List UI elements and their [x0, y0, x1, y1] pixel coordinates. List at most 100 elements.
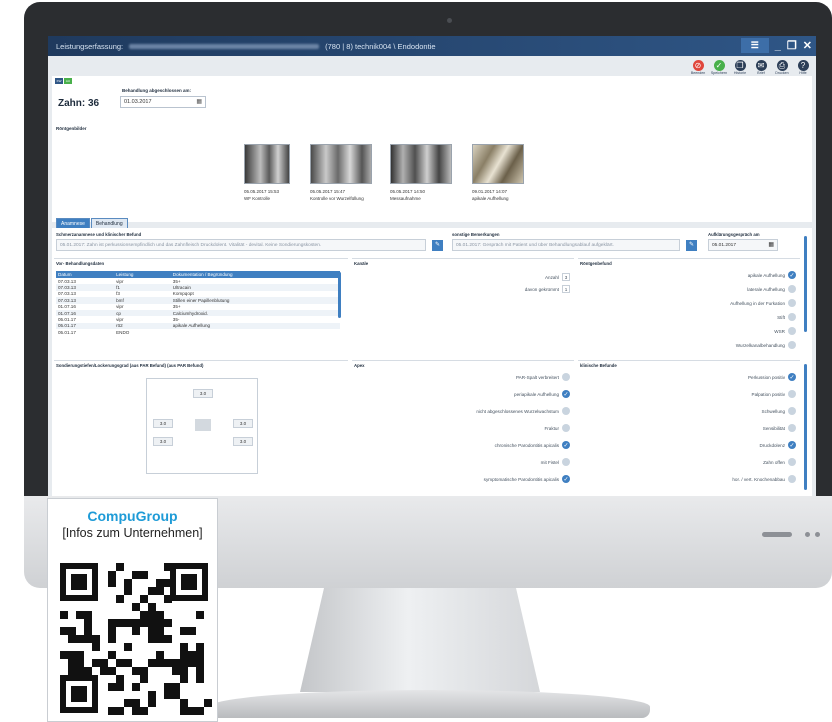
checkbox-row[interactable]: Stift — [777, 313, 796, 321]
check-icon[interactable]: ✓ — [562, 441, 570, 449]
xray-image[interactable] — [390, 144, 452, 184]
checkbox-row[interactable]: Perkussion positiv ✓ — [748, 373, 796, 381]
probing-value[interactable]: 3.0 — [233, 419, 253, 428]
toolbar-beenden-button[interactable]: ⊘ Beenden — [691, 60, 705, 75]
table-row[interactable]: 05.01.17 ENDO — [56, 329, 340, 335]
menu-icon[interactable]: ☰ — [740, 38, 769, 53]
probing-value[interactable]: 3.0 — [233, 437, 253, 446]
calendar-icon[interactable]: ▦ — [196, 98, 202, 105]
checkbox-icon[interactable] — [562, 424, 570, 432]
remarks-field[interactable]: 05.01.2017: Gespräch mit Patient und übe… — [452, 239, 680, 251]
check-icon[interactable]: ✓ — [788, 271, 796, 279]
table-header[interactable]: Dokumentation / Begründung — [170, 271, 340, 278]
checkbox-row[interactable]: Zahn offen — [763, 458, 796, 466]
xray-image[interactable] — [244, 144, 290, 184]
window-title-suffix: (780 | 8) technik004 \ Endodontie — [325, 41, 436, 51]
minimize-button[interactable]: _ — [775, 40, 781, 52]
checkbox-icon[interactable] — [788, 424, 796, 432]
calendar-icon[interactable]: ▦ — [768, 241, 774, 248]
checkbox-icon[interactable] — [788, 390, 796, 398]
checkbox-icon[interactable] — [788, 313, 796, 321]
xray-thumbnail[interactable]: 05.05.2017 14:50 Messaufnahme — [390, 144, 452, 202]
checkbox-icon[interactable] — [788, 407, 796, 415]
xray-thumbnail[interactable]: 05.05.2017 15:47 Kontrolle vor Wurzelfüll… — [310, 144, 372, 202]
window-title-prefix: Leistungserfassung: — [56, 41, 124, 51]
qr-module — [124, 659, 132, 667]
canal-count-input[interactable]: 3 — [562, 273, 570, 281]
checkbox-row[interactable]: nicht abgeschlossenes Wurzelwachstum — [476, 407, 570, 415]
check-icon[interactable]: ✓ — [562, 390, 570, 398]
probing-value[interactable]: 3.0 — [153, 437, 173, 446]
table-header[interactable]: Datum — [56, 271, 115, 278]
checkbox-row[interactable]: periapikale Aufhellung ✓ — [514, 390, 570, 398]
checkbox-row[interactable]: laterale Aufhellung — [747, 285, 796, 293]
checkbox-row[interactable]: Aufhellung in der Furkation — [730, 299, 796, 307]
canal-curved-input[interactable]: 1 — [562, 285, 570, 293]
checkbox-icon[interactable] — [788, 299, 796, 307]
consult-date-field[interactable]: 05.01.2017 ▦ — [708, 239, 778, 251]
main-scrollbar[interactable] — [804, 236, 807, 332]
qr-code[interactable] — [60, 563, 212, 715]
checkbox-row[interactable]: chronische Parodontitis apicalis ✓ — [495, 441, 570, 449]
xray-thumbnail[interactable]: 05.05.2017 15:53 WF Kontrolle — [244, 144, 290, 202]
check-icon[interactable]: ✓ — [788, 373, 796, 381]
probing-value[interactable]: 3.0 — [153, 419, 173, 428]
checkbox-icon[interactable] — [562, 407, 570, 415]
toolbar-drucken-button[interactable]: ⎙ Drucken — [775, 60, 789, 75]
checkbox-icon[interactable] — [788, 285, 796, 293]
checkbox-row[interactable]: PAR-Spalt verbreitert — [516, 373, 570, 381]
checkbox-row[interactable]: hor. / vert. Knochenabbau — [732, 475, 796, 483]
monitor-mockup: Leistungserfassung: (780 | 8) technik004… — [0, 0, 832, 722]
checkbox-icon[interactable] — [788, 458, 796, 466]
checkbox-icon[interactable] — [562, 458, 570, 466]
pain-field[interactable]: 05.01.2017: Zahn ist perkussionsempfindl… — [56, 239, 426, 251]
toolbar-historie-button[interactable]: ❐ Historie — [733, 60, 747, 75]
remarks-edit-button[interactable]: ✎ — [686, 240, 697, 251]
qr-module — [172, 659, 180, 667]
webcam — [447, 18, 452, 23]
qr-module — [196, 675, 204, 683]
restore-button[interactable]: ❐ — [787, 39, 797, 52]
checkbox-row[interactable]: Palpation positiv — [752, 390, 796, 398]
qr-module — [148, 699, 156, 707]
xray-image[interactable] — [310, 144, 372, 184]
checkbox-row[interactable]: apikale Aufhellung ✓ — [748, 271, 796, 279]
xray-date: 05.05.2017 14:50 — [390, 189, 426, 194]
checkbox-row[interactable]: Wurzelkanalbehandlung — [736, 341, 796, 349]
checkbox-row[interactable]: symptomatische Parodontitis apicalis ✓ — [484, 475, 570, 483]
checkbox-row[interactable]: Sensibilität — [763, 424, 796, 432]
check-icon[interactable]: ✓ — [788, 441, 796, 449]
pain-edit-button[interactable]: ✎ — [432, 240, 443, 251]
toolbar-brief-button[interactable]: ✉ Brief — [754, 60, 768, 75]
qr-module — [140, 619, 148, 627]
qr-module — [204, 699, 212, 707]
checkbox-icon[interactable] — [788, 327, 796, 335]
xray-image[interactable] — [472, 144, 524, 184]
checkbox-icon[interactable] — [788, 475, 796, 483]
qr-module — [68, 667, 76, 675]
checkbox-row[interactable]: WSR — [774, 327, 796, 335]
table-scrollbar[interactable] — [338, 272, 341, 318]
probing-value[interactable]: 3.0 — [193, 389, 213, 398]
title-bar: Leistungserfassung: (780 | 8) technik004… — [48, 36, 816, 56]
check-icon[interactable]: ✓ — [562, 475, 570, 483]
redacted-patient-name — [129, 43, 320, 49]
toolbar-speichern-button[interactable]: ✓ Speichern — [711, 60, 727, 75]
qr-module — [92, 635, 100, 643]
lower-scrollbar[interactable] — [804, 364, 807, 490]
checkbox-row[interactable]: Fraktur — [544, 424, 570, 432]
checkbox-row[interactable]: Schwellung — [762, 407, 796, 415]
qr-module — [100, 659, 108, 667]
xray-thumbnail[interactable]: 09.01.2017 14:07 apikale Aufhellung — [472, 144, 524, 202]
checkbox-row[interactable]: mit Fistel — [541, 458, 570, 466]
table-header[interactable]: Leistung — [114, 271, 171, 278]
checkbox-row[interactable]: Druckdolenz ✓ — [759, 441, 796, 449]
closed-date-field[interactable]: 01.03.2017 ▦ — [120, 96, 206, 108]
checkbox-icon[interactable] — [788, 341, 796, 349]
toolbar-hilfe-button[interactable]: ? Hilfe — [796, 60, 810, 75]
company-info-link[interactable]: [Infos zum Unternehmen] — [48, 526, 217, 540]
close-button[interactable]: ✕ — [803, 39, 812, 52]
checkbox-icon[interactable] — [562, 373, 570, 381]
app-logo: KW AU — [55, 78, 72, 84]
chin-dot — [805, 532, 810, 537]
